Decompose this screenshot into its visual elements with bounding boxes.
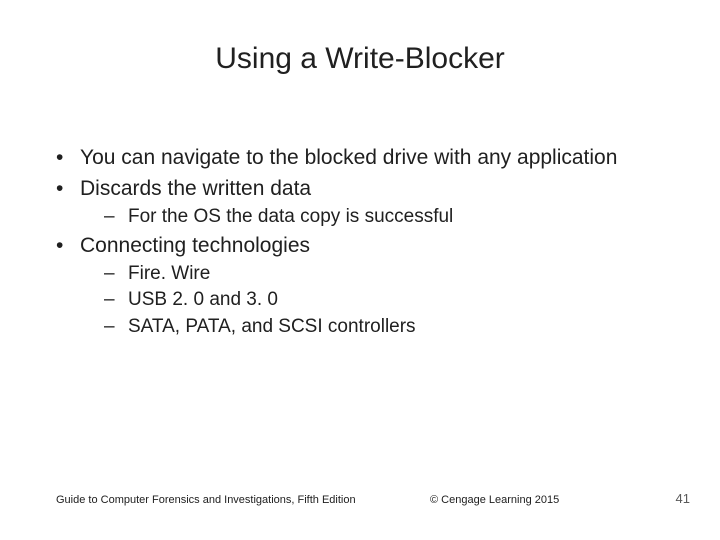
footer-page-number: 41 (676, 491, 690, 506)
sub-bullet-text: USB 2. 0 and 3. 0 (128, 289, 278, 310)
footer-book-title: Guide to Computer Forensics and Investig… (56, 494, 356, 506)
sub-bullet-text: Fire. Wire (128, 263, 210, 284)
slide-body: You can navigate to the blocked drive wi… (56, 145, 676, 343)
bullet-item: You can navigate to the blocked drive wi… (56, 145, 676, 172)
bullet-item: Discards the written data For the OS the… (56, 176, 676, 229)
slide-title: Using a Write-Blocker (0, 42, 720, 76)
sub-bullet-item: SATA, PATA, and SCSI controllers (80, 315, 676, 339)
sub-bullet-text: For the OS the data copy is successful (128, 206, 453, 227)
bullet-item: Connecting technologies Fire. Wire USB 2… (56, 233, 676, 339)
slide: Using a Write-Blocker You can navigate t… (0, 0, 720, 540)
bullet-list: You can navigate to the blocked drive wi… (56, 145, 676, 339)
bullet-text: Connecting technologies (80, 234, 310, 257)
bullet-text: You can navigate to the blocked drive wi… (80, 146, 617, 169)
sub-bullet-text: SATA, PATA, and SCSI controllers (128, 316, 416, 337)
bullet-text: Discards the written data (80, 177, 311, 200)
sub-bullet-item: USB 2. 0 and 3. 0 (80, 288, 676, 312)
sub-bullet-item: Fire. Wire (80, 262, 676, 286)
sub-bullet-list: Fire. Wire USB 2. 0 and 3. 0 SATA, PATA,… (80, 262, 676, 339)
footer-copyright: © Cengage Learning 2015 (430, 494, 559, 506)
sub-bullet-item: For the OS the data copy is successful (80, 205, 676, 229)
sub-bullet-list: For the OS the data copy is successful (80, 205, 676, 229)
